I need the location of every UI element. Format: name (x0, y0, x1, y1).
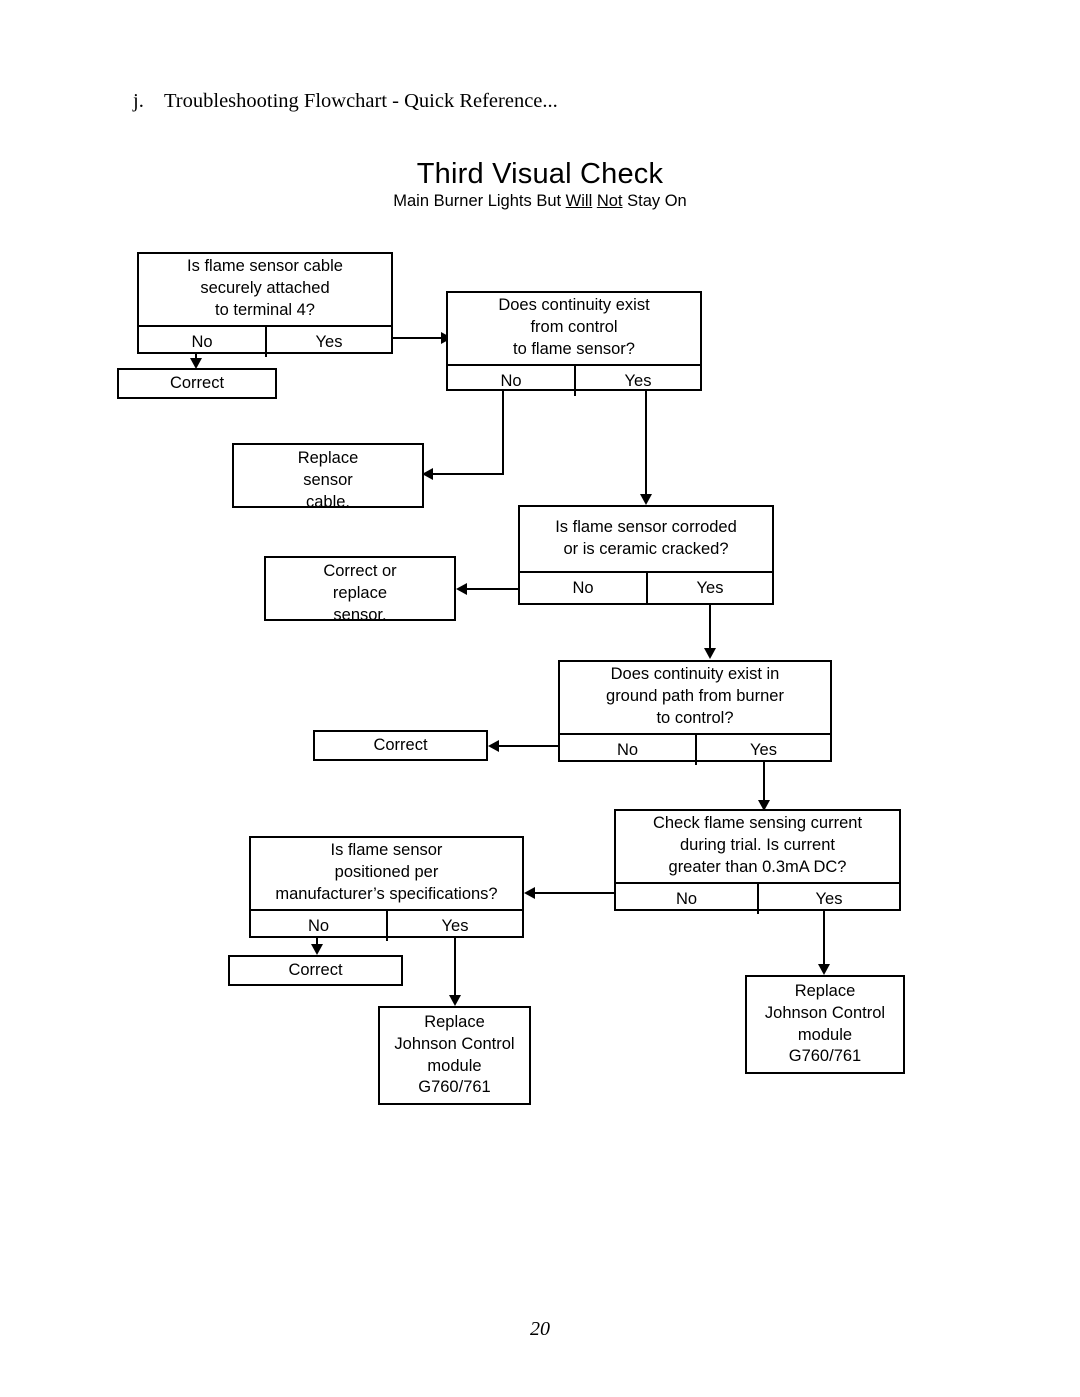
connector-q1-yes-to-q2 (393, 337, 445, 339)
answer-yes[interactable]: Yes (759, 884, 899, 914)
arrowhead-q2-yes-to-q3 (640, 494, 652, 505)
decision-flame-sensor-cable-attached: Is flame sensor cable securely attached … (137, 252, 393, 357)
connector-q4-no-to-correct (494, 745, 560, 747)
terminal-replace-johnson-control-module-right: Replace Johnson Control module G760/761 (745, 975, 905, 1074)
answer-strip: No Yes (520, 571, 772, 603)
decision-prompt: Is flame sensor corroded or is ceramic c… (555, 517, 737, 558)
section-marker: j. (133, 90, 144, 112)
answer-yes[interactable]: Yes (267, 327, 391, 357)
connector-q2-no-vertical (502, 390, 504, 475)
action-correct-q1: Correct (117, 368, 277, 399)
answer-yes[interactable]: Yes (697, 735, 830, 765)
chart-subtitle-not: Not (596, 192, 623, 210)
decision-flame-sensing-current: Check flame sensing current during trial… (614, 809, 901, 914)
arrowhead-q5-yes-to-terminal (818, 964, 830, 975)
answer-no[interactable]: No (520, 573, 648, 603)
connector-q2-yes-to-q3 (645, 390, 647, 498)
chart-subtitle: Main Burner Lights But Will Not Stay On (0, 192, 1080, 211)
chart-title: Third Visual Check (416, 158, 664, 190)
page-number: 20 (530, 1318, 550, 1340)
answer-yes[interactable]: Yes (648, 573, 772, 603)
arrowhead-q6-no-to-correct (311, 944, 323, 955)
answer-no[interactable]: No (139, 326, 267, 357)
action-text: Correct (169, 374, 225, 392)
action-text: Correct (373, 736, 428, 754)
chart-subtitle-part1: Main Burner Lights But (393, 192, 566, 210)
arrowhead-q3-yes-to-q4 (704, 648, 716, 659)
arrowhead-q6-yes-to-terminal (449, 995, 461, 1006)
decision-prompt: Is flame sensor positioned per manufactu… (275, 841, 498, 903)
arrowhead-q5-no-to-q6 (524, 887, 535, 899)
decision-prompt: Check flame sensing current during trial… (652, 814, 863, 876)
arrowhead-q3-no-to-correct-replace (456, 583, 467, 595)
decision-ground-path-continuity: Does continuity exist in ground path fro… (558, 660, 832, 765)
action-replace-sensor-cable: Replace sensor cable. (232, 443, 424, 511)
page-canvas: j. Troubleshooting Flowchart - Quick Ref… (0, 0, 1080, 1397)
arrowhead-q4-no-to-correct (488, 740, 499, 752)
action-text: Correct or replace sensor. (323, 562, 397, 624)
answer-no[interactable]: No (448, 365, 576, 396)
terminal-text: Replace Johnson Control module G760/761 (764, 981, 886, 1066)
decision-continuity-control-to-sensor: Does continuity exist from control to fl… (446, 291, 702, 396)
decision-sensor-corroded-or-cracked: Is flame sensor corroded or is ceramic c… (518, 505, 774, 605)
connector-q3-yes-to-q4 (709, 604, 711, 650)
decision-prompt: Does continuity exist in ground path fro… (606, 665, 784, 727)
decision-sensor-positioned-per-spec: Is flame sensor positioned per manufactu… (249, 836, 524, 941)
connector-q3-no-to-correct-replace (462, 588, 520, 590)
answer-strip: No Yes (560, 732, 830, 765)
action-text: Replace sensor cable. (297, 449, 359, 511)
connector-q6-yes-to-terminal (454, 938, 456, 1002)
answer-no[interactable]: No (560, 734, 697, 765)
chart-subtitle-will: Will (565, 192, 593, 210)
chart-subtitle-part2: Stay On (622, 192, 687, 210)
answer-strip: No Yes (448, 363, 700, 396)
answer-strip: No Yes (139, 324, 391, 357)
action-text: Correct (288, 961, 343, 979)
answer-no[interactable]: No (616, 883, 759, 914)
decision-prompt: Is flame sensor cable securely attached … (187, 257, 343, 319)
answer-no[interactable]: No (251, 910, 388, 941)
action-correct-or-replace-sensor: Correct or replace sensor. (264, 556, 456, 624)
action-correct-q6: Correct (228, 955, 403, 986)
connector-q2-no-horizontal (428, 473, 504, 475)
answer-yes[interactable]: Yes (388, 911, 522, 941)
answer-strip: No Yes (616, 881, 899, 914)
section-heading: Troubleshooting Flowchart - Quick Refere… (164, 90, 558, 112)
answer-strip: No Yes (251, 908, 522, 941)
terminal-replace-johnson-control-module-left: Replace Johnson Control module G760/761 (378, 1006, 531, 1105)
action-correct-q4: Correct (313, 730, 488, 761)
terminal-text: Replace Johnson Control module G760/761 (394, 1012, 515, 1097)
connector-q5-no-to-q6 (530, 892, 616, 894)
answer-yes[interactable]: Yes (576, 366, 700, 396)
decision-prompt: Does continuity exist from control to fl… (498, 296, 650, 358)
